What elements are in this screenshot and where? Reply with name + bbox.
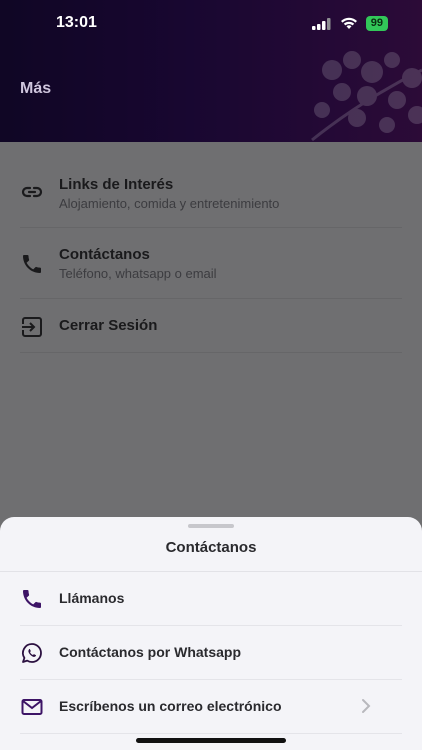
menu-item-title: Contáctanos	[59, 246, 150, 263]
tree-decoration-icon	[311, 51, 422, 142]
contact-bottom-sheet: Contáctanos Llámanos Contáctanos por Wha…	[0, 517, 422, 750]
option-label: Escríbenos un correo electrónico	[59, 698, 282, 714]
menu-item-subtitle: Teléfono, whatsapp o email	[59, 266, 217, 281]
status-icons: 99	[311, 16, 388, 31]
menu-item-contact[interactable]: Contáctanos Teléfono, whatsapp o email	[20, 228, 402, 299]
cellular-signal-icon	[311, 17, 331, 30]
page-title: Más	[20, 80, 52, 97]
chevron-right-icon	[362, 699, 371, 713]
option-label: Llámanos	[59, 590, 125, 606]
status-bar: 13:01 99	[0, 0, 422, 46]
option-whatsapp[interactable]: Contáctanos por Whatsapp	[20, 626, 402, 680]
home-indicator	[136, 738, 286, 743]
menu-item-logout[interactable]: Cerrar Sesión	[20, 299, 402, 353]
option-label: Contáctanos por Whatsapp	[59, 644, 242, 660]
mail-icon	[21, 699, 43, 715]
whatsapp-icon	[22, 643, 42, 663]
menu-item-title: Cerrar Sesión	[59, 317, 158, 334]
logout-icon	[22, 317, 42, 337]
option-call[interactable]: Llámanos	[20, 572, 402, 626]
sheet-grabber[interactable]	[188, 524, 234, 528]
menu-item-links[interactable]: Links de Interés Alojamiento, comida y e…	[20, 142, 402, 228]
phone-icon	[23, 255, 41, 273]
sheet-title: Contáctanos	[165, 539, 257, 556]
battery-indicator: 99	[365, 16, 388, 31]
status-time: 13:01	[56, 14, 97, 31]
wifi-icon	[340, 17, 357, 29]
option-email[interactable]: Escríbenos un correo electrónico	[20, 680, 402, 734]
more-menu-list: Links de Interés Alojamiento, comida y e…	[0, 142, 422, 353]
menu-item-subtitle: Alojamiento, comida y entretenimiento	[59, 196, 280, 211]
phone-icon	[23, 590, 41, 608]
link-icon	[21, 186, 43, 198]
menu-item-title: Links de Interés	[59, 176, 174, 193]
